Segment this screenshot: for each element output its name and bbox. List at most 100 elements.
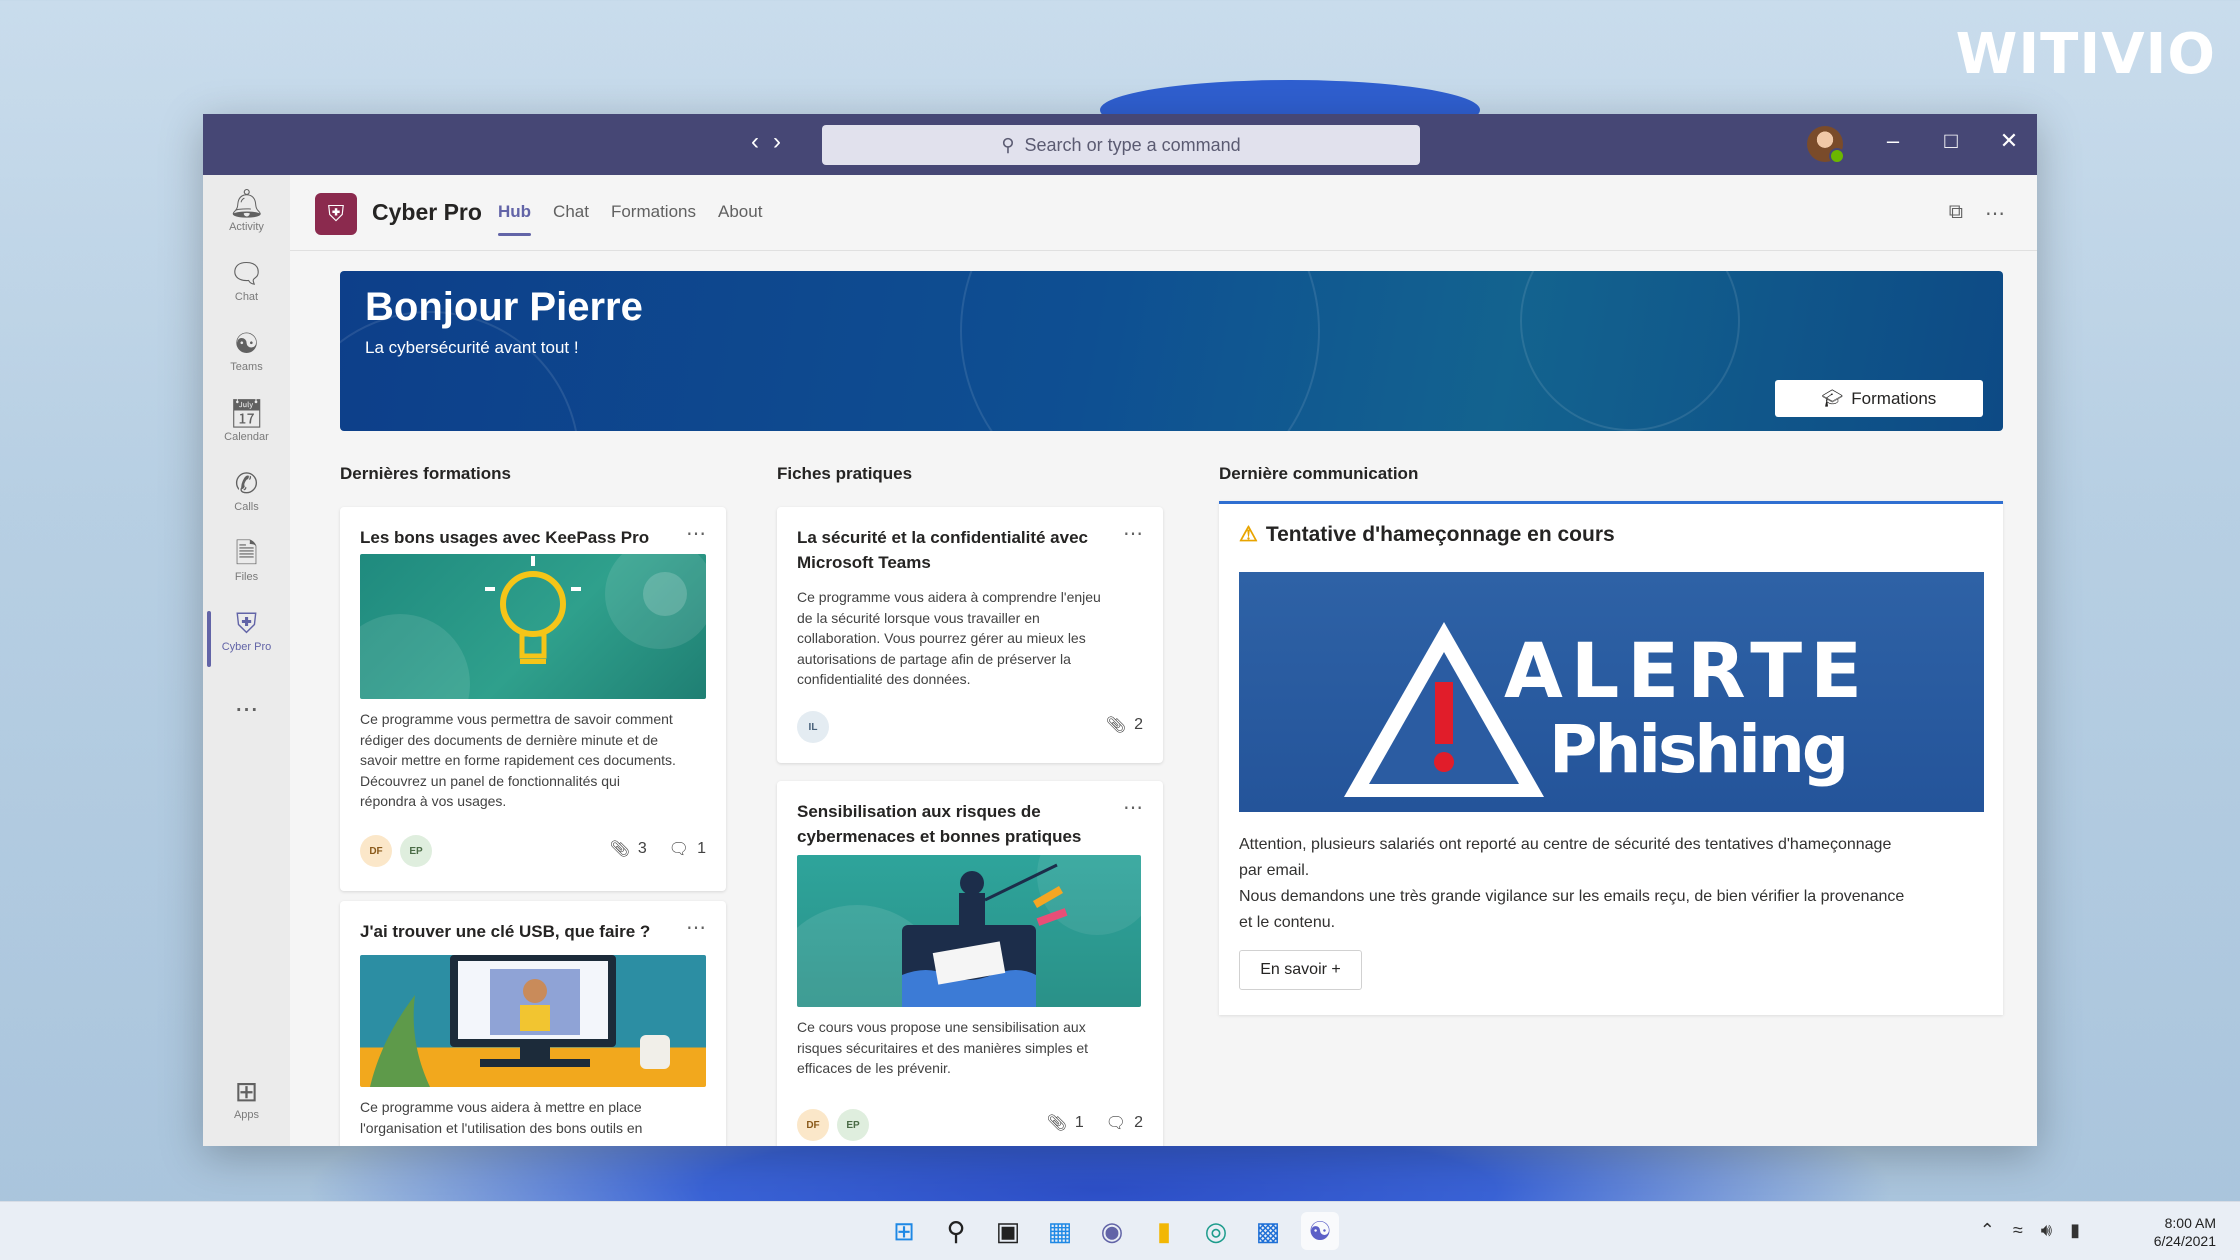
rail-item-teams[interactable]: ☯ Teams xyxy=(203,327,290,397)
tab-chat[interactable]: Chat xyxy=(553,202,589,236)
tab-about[interactable]: About xyxy=(718,202,762,236)
description-line: rédiger des documents de dernière minute… xyxy=(360,731,659,748)
rail-item-calls[interactable]: ✆ Calls xyxy=(203,467,290,537)
rail-label: Teams xyxy=(230,361,263,373)
folder-icon[interactable]: ▮ xyxy=(1145,1212,1183,1250)
tab-hub[interactable]: Hub xyxy=(498,202,532,236)
chevron-right-icon[interactable]: › xyxy=(773,128,781,156)
author-avatar[interactable]: EP xyxy=(400,835,432,867)
rail-item-calendar[interactable]: 📅︎ Calendar xyxy=(203,397,290,467)
author-avatar[interactable]: EP xyxy=(837,1109,869,1141)
rail-more-button[interactable]: ... xyxy=(203,685,290,725)
description-line: efficaces de les prévenir. xyxy=(797,1060,951,1076)
rail-item-apps[interactable]: ⊞ Apps xyxy=(203,1075,290,1145)
shield-icon: ⛨ xyxy=(235,608,257,639)
card-description: Ce programme vous permettra de savoir co… xyxy=(360,709,710,812)
author-avatar[interactable]: DF xyxy=(360,835,392,867)
comments-count[interactable]: 🗨︎ 2 xyxy=(1106,1113,1143,1133)
welcome-title: Bonjour Pierre xyxy=(365,285,643,329)
description-line: autorisations de partage afin de préserv… xyxy=(797,650,1071,667)
more-options-icon[interactable]: ⋯ xyxy=(1985,201,2005,226)
clock-time: 8:00 AM xyxy=(2164,1215,2216,1231)
volume-icon[interactable]: 🔊︎ xyxy=(2041,1220,2052,1241)
description-line: Ce programme vous aidera à mettre en pla… xyxy=(360,1099,642,1115)
search-icon[interactable]: ⚲ xyxy=(937,1212,975,1250)
taskbar: ⊞ ⚲ ▣ ▦ ◉ ▮ ◎ ▩ ☯ ⌃ ≈ 🔊︎ ▮ 8:00 AM 6/24/… xyxy=(0,1201,2240,1260)
description-line: Ce programme vous permettra de savoir co… xyxy=(360,711,673,727)
task-view-icon[interactable]: ▣ xyxy=(989,1212,1027,1250)
lightbulb-illustration xyxy=(360,554,706,699)
chevron-left-icon[interactable]: ‹ xyxy=(751,128,759,156)
card-title: J'ai trouver une clé USB, que faire ? xyxy=(360,922,651,941)
communication-card: ⚠ Tentative d'hameçonnage en cours ALERT… xyxy=(1219,501,2003,1015)
tab-formations[interactable]: Formations xyxy=(611,202,696,236)
more-options-icon[interactable]: ⋯ xyxy=(1123,521,1143,546)
more-options-icon[interactable]: ⋯ xyxy=(1123,795,1143,820)
clock-date: 6/24/2021 xyxy=(2153,1233,2216,1249)
edge-icon[interactable]: ◎ xyxy=(1197,1212,1235,1250)
formation-card[interactable]: Les bons usages avec KeePass Pro ⋯ Ce pr… xyxy=(340,507,726,891)
clock[interactable]: 8:00 AM 6/24/2021 xyxy=(2154,1214,2216,1250)
card-description: Ce cours vous propose une sensibilisatio… xyxy=(797,1017,1147,1079)
author-avatar[interactable]: DF xyxy=(797,1109,829,1141)
learn-more-button[interactable]: En savoir + xyxy=(1239,950,1362,990)
card-title: Les bons usages avec KeePass Pro xyxy=(360,528,650,547)
minimize-icon[interactable]: – xyxy=(1883,128,1903,154)
description-line: collaboration. Vous pourrez gérer au mie… xyxy=(797,630,1086,646)
taskbar-apps: ⊞ ⚲ ▣ ▦ ◉ ▮ ◎ ▩ ☯ xyxy=(885,1212,1339,1250)
card-description: Ce programme vous aidera à mettre en pla… xyxy=(360,1097,710,1138)
paperclip-icon: 📎︎ xyxy=(1046,1115,1067,1132)
comments-count[interactable]: 🗨︎ 1 xyxy=(669,839,706,859)
app-logo: ⛨ xyxy=(315,193,357,235)
chat-icon[interactable]: ◉ xyxy=(1093,1212,1131,1250)
description-line: confidentialité des données. xyxy=(797,671,971,687)
more-options-icon[interactable]: ⋯ xyxy=(686,521,706,546)
search-input[interactable]: ⚲ Search or type a command xyxy=(822,125,1420,165)
paperclip-icon: 📎︎ xyxy=(1105,717,1127,734)
rail-label: Activity xyxy=(229,221,264,233)
battery-icon[interactable]: ▮ xyxy=(2070,1220,2080,1241)
formations-button[interactable]: 🎓︎ Formations xyxy=(1775,380,1983,417)
fiche-card[interactable]: Sensibilisation aux risques de cybermena… xyxy=(777,781,1163,1146)
brand-watermark: WITIVIO xyxy=(1955,22,2216,87)
description-line: Ce programme vous aidera à comprendre l'… xyxy=(797,589,1101,605)
attachments-count[interactable]: 📎︎ 3 xyxy=(610,839,647,859)
teams-icon[interactable]: ☯ xyxy=(1301,1212,1339,1250)
rail-label: Calendar xyxy=(224,431,269,443)
phishing-alert-image: ALERTE Phishing xyxy=(1239,572,1984,812)
welcome-subtitle: La cybersécurité avant tout ! xyxy=(365,338,579,357)
store-icon[interactable]: ▩ xyxy=(1249,1212,1287,1250)
rail-label: Chat xyxy=(234,291,259,303)
more-options-icon[interactable]: ⋯ xyxy=(686,915,706,940)
rail-item-cyber-pro[interactable]: ⛨ Cyber Pro xyxy=(203,607,290,677)
user-avatar[interactable] xyxy=(1807,126,1845,164)
popout-icon[interactable]: ⧉ xyxy=(1949,201,1963,226)
hub-content: Bonjour Pierre La cybersécurité avant to… xyxy=(290,251,2037,1146)
card-stats: 📎︎ 1 🗨︎ 2 xyxy=(1047,1113,1143,1133)
card-description: Ce programme vous aidera à comprendre l'… xyxy=(797,587,1147,690)
rail-item-chat[interactable]: 🗨︎ Chat xyxy=(203,257,290,327)
maximize-icon[interactable]: □ xyxy=(1941,128,1961,154)
attachments-value: 3 xyxy=(637,840,647,857)
section-title-communication: Dernière communication xyxy=(1219,464,1419,483)
attachments-count[interactable]: 📎︎ 1 xyxy=(1047,1113,1084,1133)
fiche-card[interactable]: La sécurité et la confidentialité avec M… xyxy=(777,507,1163,763)
card-title-line: cybermenaces et bonnes pratiques xyxy=(797,827,1082,846)
rail-label: Calls xyxy=(234,501,259,513)
communication-title: ⚠ Tentative d'hameçonnage en cours xyxy=(1239,522,1615,547)
wifi-icon[interactable]: ≈ xyxy=(2013,1220,2023,1241)
close-icon[interactable]: ✕ xyxy=(1999,128,2019,154)
rail-label: Cyber Pro xyxy=(221,641,272,653)
rail-item-files[interactable]: 🗎︎ Files xyxy=(203,537,290,607)
formation-card[interactable]: J'ai trouver une clé USB, que faire ? ⋯ … xyxy=(340,901,726,1146)
attachments-count[interactable]: 📎︎ 2 xyxy=(1106,715,1143,735)
start-icon[interactable]: ⊞ xyxy=(885,1212,923,1250)
chevron-up-icon[interactable]: ⌃ xyxy=(1980,1220,1995,1241)
attachments-value: 1 xyxy=(1074,1114,1084,1131)
rail-item-activity[interactable]: 🔔︎ Activity xyxy=(203,187,290,257)
chat-icon: 🗨︎ xyxy=(228,258,265,289)
author-avatar[interactable]: IL xyxy=(797,711,829,743)
communication-text: Attention, plusieurs salariés ont report… xyxy=(1239,832,1984,936)
file-icon: 🗎︎ xyxy=(235,538,258,569)
widgets-icon[interactable]: ▦ xyxy=(1041,1212,1079,1250)
